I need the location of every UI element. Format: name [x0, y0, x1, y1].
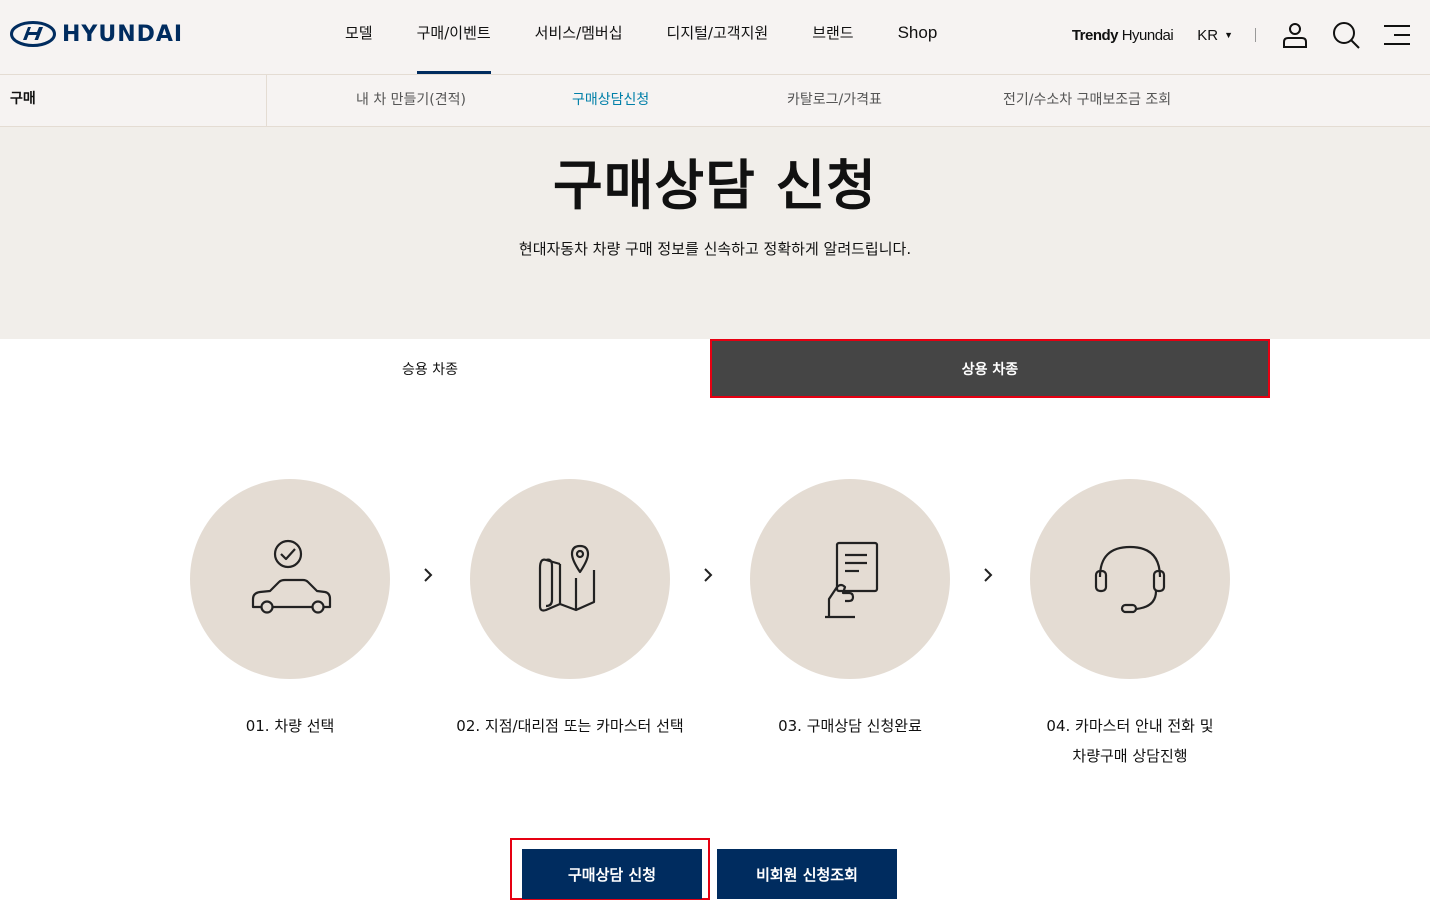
chevron-right-icon [420, 563, 436, 587]
menu-service-membership[interactable]: 서비스/멤버십 [535, 0, 623, 74]
sub-nav-build-car[interactable]: 내 차 만들기(견적) [356, 75, 466, 125]
logo-wordmark: HYUNDAI [62, 21, 184, 47]
step-4-circle [1030, 479, 1230, 679]
chevron-right-icon [700, 563, 716, 587]
language-label: KR [1197, 26, 1219, 44]
step-1-circle [190, 479, 390, 679]
page-subtitle: 현대자동차 차량 구매 정보를 신속하고 정확하게 알려드립니다. [518, 240, 912, 258]
chevron-right-icon [980, 563, 996, 587]
guest-lookup-button[interactable]: 비회원 신청조회 [717, 849, 897, 899]
step-2: 02. 지점/대리점 또는 카마스터 선택 [456, 479, 684, 735]
user-icon[interactable] [1280, 20, 1310, 50]
map-pin-icon [538, 544, 596, 612]
page-title: 구매상담 신청 [553, 154, 877, 217]
step-4-line1: 04. 카마스터 안내 전화 및 [1046, 717, 1214, 735]
tab-passenger-vehicles[interactable]: 승용 차종 [150, 339, 710, 398]
main-menu: 모델 구매/이벤트 서비스/멤버십 디지털/고객지원 브랜드 Shop [345, 0, 981, 74]
hero-section: 구매상담 신청 현대자동차 차량 구매 정보를 신속하고 정확하게 알려드립니다… [0, 127, 1430, 339]
sub-nav-title: 구매 [0, 75, 267, 126]
hamburger-menu-icon[interactable] [1382, 20, 1412, 50]
trendy-label-rest: Hyundai [1118, 26, 1174, 44]
car-check-icon [251, 539, 332, 614]
language-selector[interactable]: KR ▼ [1197, 27, 1233, 44]
document-hand-icon [825, 541, 879, 619]
search-icon[interactable] [1331, 20, 1361, 50]
step-4-label: 04. 카마스터 안내 전화 및 차량구매 상담진행 [960, 711, 1300, 771]
step-4: 04. 카마스터 안내 전화 및 차량구매 상담진행 [1030, 479, 1230, 765]
step-4-line2: 차량구매 상담진행 [1072, 747, 1188, 765]
step-2-circle [470, 479, 670, 679]
global-header: HYUNDAI 모델 구매/이벤트 서비스/멤버십 디지털/고객지원 브랜드 S… [0, 0, 1430, 75]
sub-nav-catalog-price[interactable]: 카탈로그/가격표 [787, 75, 882, 125]
step-3: 03. 구매상담 신청완료 [750, 479, 950, 735]
caret-down-icon: ▼ [1224, 30, 1233, 40]
hyundai-emblem-icon [10, 21, 56, 47]
menu-digital-support[interactable]: 디지털/고객지원 [667, 0, 769, 74]
menu-shop[interactable]: Shop [898, 0, 938, 74]
divider [1255, 28, 1256, 42]
headset-icon [1094, 545, 1166, 614]
trendy-hyundai-link[interactable]: Trendy Hyundai [1071, 26, 1174, 44]
sub-nav-consult-request[interactable]: 구매상담신청 [572, 75, 649, 125]
trendy-label-bold: Trendy [1071, 26, 1119, 44]
menu-model[interactable]: 모델 [345, 0, 373, 74]
sub-nav-ev-subsidy[interactable]: 전기/수소차 구매보조금 조회 [1003, 75, 1171, 125]
tab-commercial-vehicles[interactable]: 상용 차종 [710, 339, 1270, 398]
utility-bar: Trendy Hyundai KR ▼ [1072, 0, 1430, 70]
step-3-circle [750, 479, 950, 679]
consult-request-button[interactable]: 구매상담 신청 [522, 849, 702, 899]
step-1: 01. 차량 선택 [190, 479, 390, 735]
menu-brand[interactable]: 브랜드 [812, 0, 853, 74]
hyundai-logo[interactable]: HYUNDAI [10, 20, 183, 48]
sub-navigation: 구매 내 차 만들기(견적) 구매상담신청 카탈로그/가격표 전기/수소차 구매… [0, 75, 1430, 127]
menu-purchase-event[interactable]: 구매/이벤트 [416, 0, 491, 74]
